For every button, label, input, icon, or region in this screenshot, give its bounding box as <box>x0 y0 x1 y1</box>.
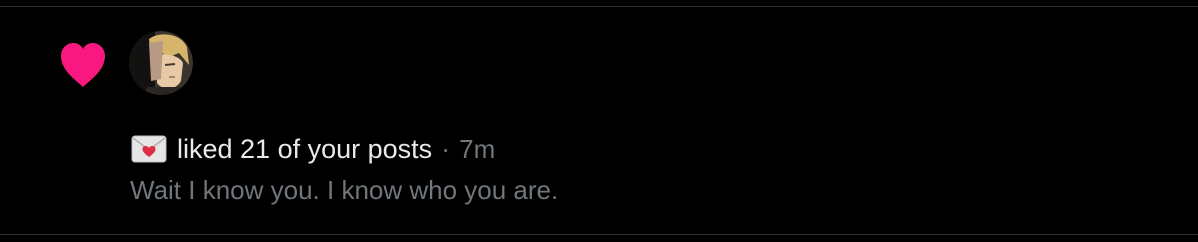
avatar[interactable] <box>129 31 193 95</box>
like-notification[interactable]: liked 21 of your posts · 7m Wait I know … <box>0 6 1198 235</box>
post-preview[interactable]: Wait I know you. I know who you are. <box>130 175 558 206</box>
envelope-with-heart-icon <box>131 135 167 163</box>
heart-icon <box>61 43 105 87</box>
notification-text: liked 21 of your posts · 7m <box>131 131 495 167</box>
separator: · <box>441 133 451 164</box>
action-text: liked 21 of your posts <box>177 133 433 164</box>
timestamp[interactable]: 7m <box>459 134 495 165</box>
